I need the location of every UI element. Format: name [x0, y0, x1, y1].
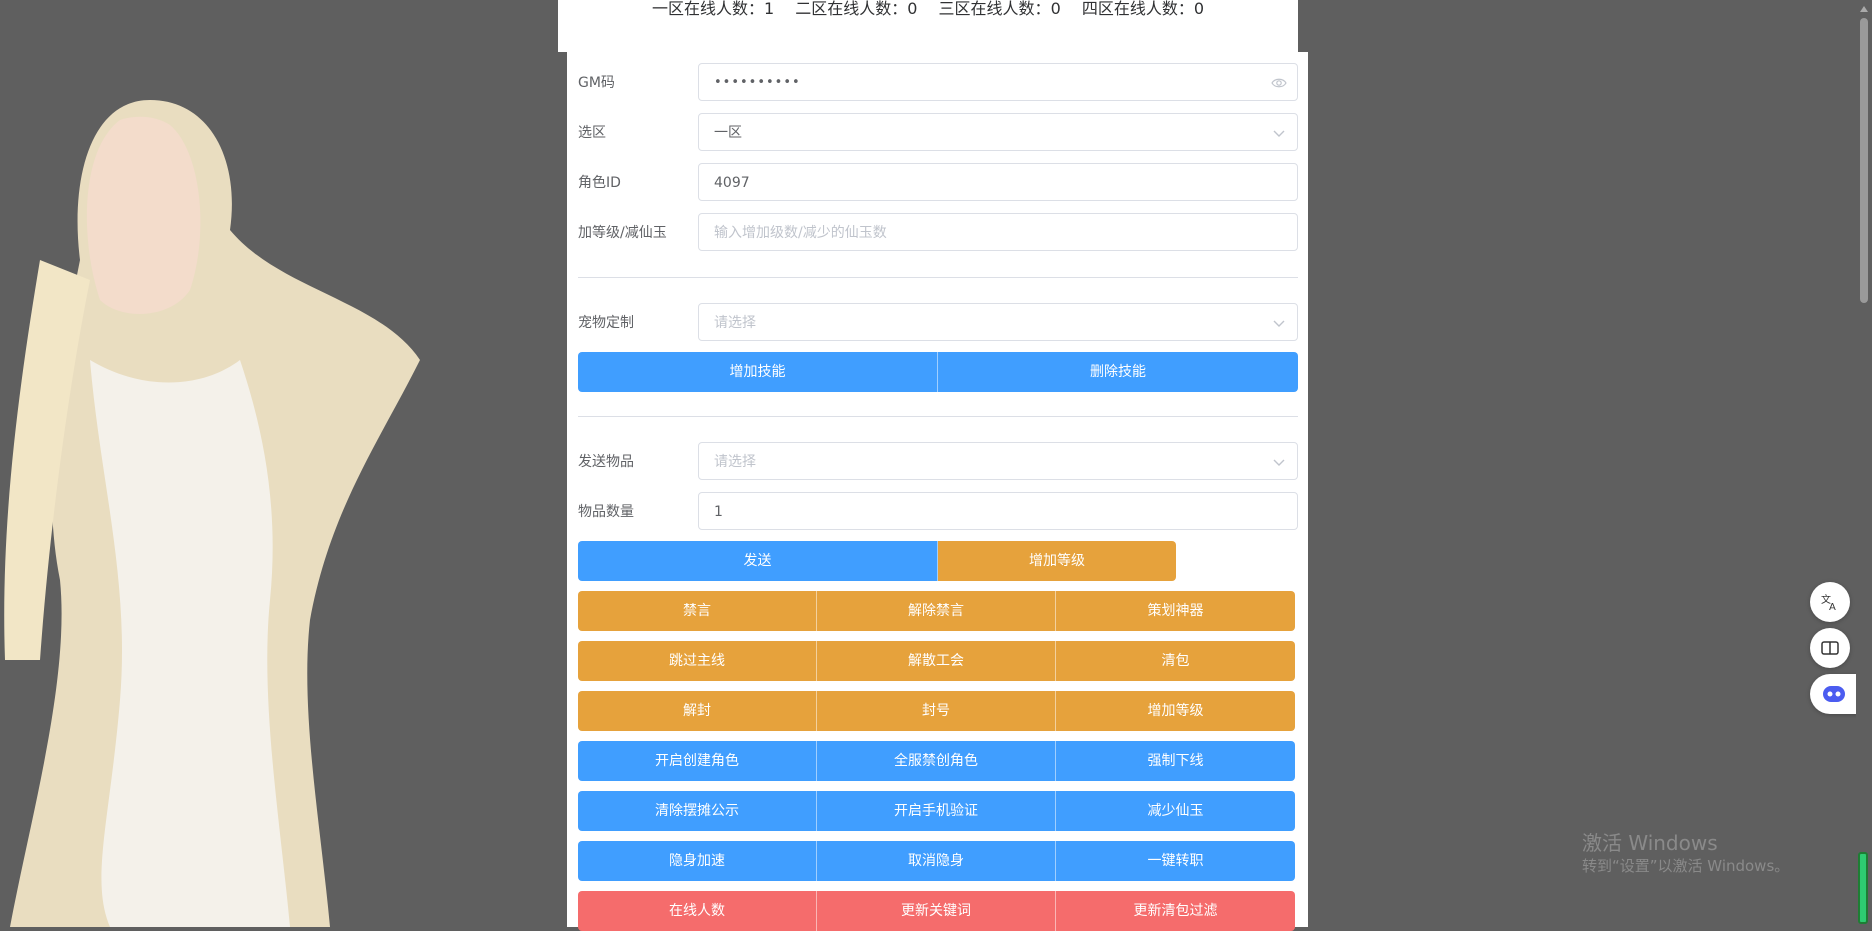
action-row-7: 在线人数 更新关键词 更新清包过滤: [578, 891, 1295, 931]
action-row-2: 跳过主线 解散工会 清包: [578, 641, 1295, 681]
planner-artifact-button[interactable]: 策划神器: [1056, 591, 1295, 631]
zone3-value: 0: [1050, 0, 1061, 18]
scroll-up-arrow-icon[interactable]: [1860, 6, 1868, 12]
divider: [578, 277, 1298, 278]
item-label: 发送物品: [578, 454, 634, 470]
ban-account-button[interactable]: 封号: [817, 691, 1056, 731]
reader-icon[interactable]: [1810, 628, 1850, 668]
eye-icon[interactable]: [1271, 75, 1287, 91]
character-illustration: [4, 100, 420, 927]
add-level-button-2[interactable]: 增加等级: [1056, 691, 1295, 731]
add-level-button[interactable]: 增加等级: [938, 541, 1176, 581]
update-clear-filter-button[interactable]: 更新清包过滤: [1056, 891, 1295, 931]
enable-create-role-button[interactable]: 开启创建角色: [578, 741, 817, 781]
cancel-stealth-button[interactable]: 取消隐身: [817, 841, 1056, 881]
reduce-jade-button[interactable]: 减少仙玉: [1056, 791, 1295, 831]
qty-value: 1: [714, 504, 723, 520]
pet-row: 宠物定制 请选择: [578, 303, 1298, 343]
zone4-label: 四区在线人数：: [1081, 0, 1194, 18]
level-label: 加等级/减仙玉: [578, 225, 667, 241]
clear-stall-notice-button[interactable]: 清除摆摊公示: [578, 791, 817, 831]
mute-button[interactable]: 禁言: [578, 591, 817, 631]
zone4-value: 0: [1193, 0, 1205, 18]
enable-phone-verify-button[interactable]: 开启手机验证: [817, 791, 1056, 831]
zone3-label: 三区在线人数：: [938, 0, 1051, 18]
zone3-online: 三区在线人数：0: [939, 0, 1061, 18]
role-id-row: 角色ID 4097: [578, 163, 1298, 203]
zone1-value: 1: [763, 0, 775, 18]
add-skill-button[interactable]: 增加技能: [578, 352, 938, 392]
zone2-value: 0: [907, 0, 918, 18]
gm-code-label: GM码: [578, 75, 615, 91]
watermark-subtitle: 转到“设置”以激活 Windows。: [1582, 857, 1790, 875]
ai-assistant-icon[interactable]: [1810, 674, 1858, 714]
scroll-indicator: [1858, 852, 1868, 924]
send-button[interactable]: 发送: [578, 541, 938, 581]
qty-row: 物品数量 1: [578, 492, 1298, 532]
qty-input[interactable]: 1: [698, 492, 1298, 530]
chevron-down-icon: [1273, 130, 1285, 137]
online-counts: 一区在线人数：1 二区在线人数：0 三区在线人数：0 四区在线人数：0: [644, 0, 1212, 18]
role-id-input[interactable]: 4097: [698, 163, 1298, 201]
role-id-label: 角色ID: [578, 175, 621, 191]
unban-button[interactable]: 解封: [578, 691, 817, 731]
gm-panel: GM码 •••••••••• 选区 一区 角色ID 4097 加等级/减仙玉 输…: [567, 52, 1308, 931]
stealth-speed-button[interactable]: 隐身加速: [578, 841, 817, 881]
disband-guild-button[interactable]: 解散工会: [817, 641, 1056, 681]
action-row-3: 解封 封号 增加等级: [578, 691, 1295, 731]
pet-label: 宠物定制: [578, 315, 634, 331]
zone-row: 选区 一区: [578, 113, 1298, 153]
windows-activation-watermark: 激活 Windows 转到“设置”以激活 Windows。: [1582, 830, 1789, 876]
chevron-down-icon: [1273, 459, 1285, 466]
force-offline-button[interactable]: 强制下线: [1056, 741, 1295, 781]
level-placeholder: 输入增加级数/减少的仙玉数: [714, 225, 887, 241]
send-button-group: 发送 增加等级: [578, 541, 1176, 581]
zone-label: 选区: [578, 125, 606, 141]
gm-code-value: ••••••••••: [714, 75, 801, 90]
pet-select[interactable]: 请选择: [698, 303, 1298, 341]
item-row: 发送物品 请选择: [578, 442, 1298, 482]
online-count-button[interactable]: 在线人数: [578, 891, 817, 931]
zone2-label: 二区在线人数：: [795, 0, 908, 18]
zone1-label: 一区在线人数：: [651, 0, 764, 18]
item-placeholder: 请选择: [714, 454, 756, 470]
divider: [578, 416, 1298, 417]
translate-icon[interactable]: 文A: [1810, 582, 1850, 622]
gm-code-row: GM码 ••••••••••: [578, 63, 1298, 103]
watermark-title: 激活 Windows: [1582, 831, 1718, 855]
change-class-button[interactable]: 一键转职: [1056, 841, 1295, 881]
skip-main-quest-button[interactable]: 跳过主线: [578, 641, 817, 681]
browser-side-tools: 文A: [1810, 582, 1858, 720]
pet-placeholder: 请选择: [714, 315, 756, 331]
role-id-value: 4097: [714, 175, 750, 191]
action-row-4: 开启创建角色 全服禁创角色 强制下线: [578, 741, 1295, 781]
zone-select[interactable]: 一区: [698, 113, 1298, 151]
scroll-thumb[interactable]: [1860, 18, 1868, 303]
action-row-6: 隐身加速 取消隐身 一键转职: [578, 841, 1295, 881]
zone2-online: 二区在线人数：0: [795, 0, 917, 18]
zone1-online: 一区在线人数：1: [652, 0, 774, 18]
action-row-1: 禁言 解除禁言 策划神器: [578, 591, 1295, 631]
zone4-online: 四区在线人数：0: [1082, 0, 1204, 18]
qty-label: 物品数量: [578, 504, 634, 520]
zone-value: 一区: [714, 125, 742, 141]
online-stats-bar: 一区在线人数：1 二区在线人数：0 三区在线人数：0 四区在线人数：0: [558, 0, 1298, 52]
action-row-5: 清除摆摊公示 开启手机验证 减少仙玉: [578, 791, 1295, 831]
level-row: 加等级/减仙玉 输入增加级数/减少的仙玉数: [578, 213, 1298, 253]
update-keywords-button[interactable]: 更新关键词: [817, 891, 1056, 931]
chevron-down-icon: [1273, 320, 1285, 327]
level-input[interactable]: 输入增加级数/减少的仙玉数: [698, 213, 1298, 251]
page-scrollbar[interactable]: [1856, 0, 1872, 927]
disable-create-role-button[interactable]: 全服禁创角色: [817, 741, 1056, 781]
unmute-button[interactable]: 解除禁言: [817, 591, 1056, 631]
clear-bag-button[interactable]: 清包: [1056, 641, 1295, 681]
item-select[interactable]: 请选择: [698, 442, 1298, 480]
skill-button-group: 增加技能 删除技能: [578, 352, 1298, 392]
delete-skill-button[interactable]: 删除技能: [938, 352, 1298, 392]
gm-code-input[interactable]: ••••••••••: [698, 63, 1298, 101]
svg-text:A: A: [1829, 602, 1836, 612]
